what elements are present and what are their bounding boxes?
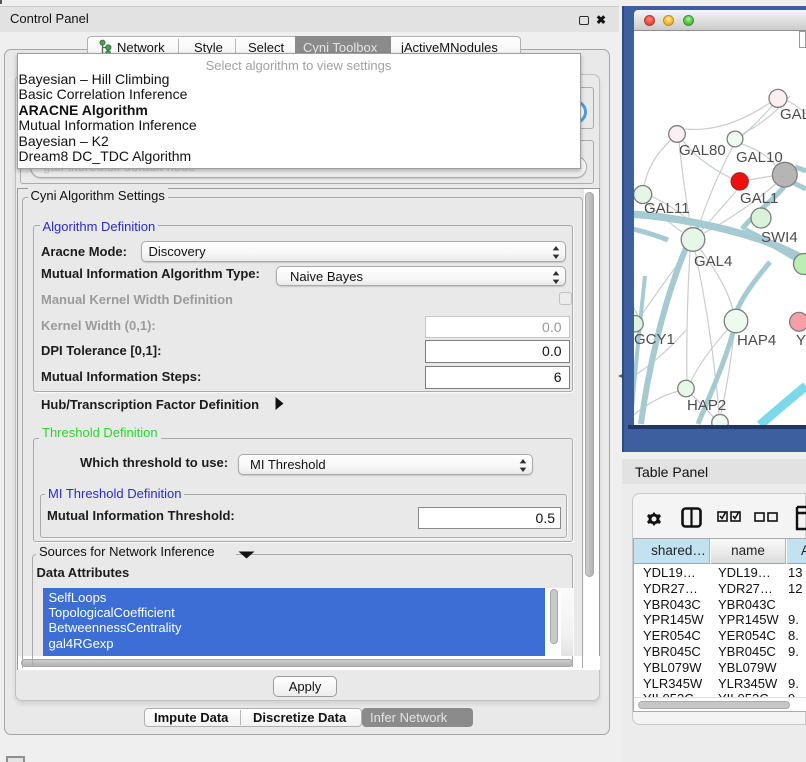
svg-text:GAL1: GAL1 <box>740 190 778 207</box>
svg-text:GAL10: GAL10 <box>736 149 783 166</box>
svg-text:SWI4: SWI4 <box>761 229 798 246</box>
svg-text:HAP4: HAP4 <box>737 332 776 349</box>
svg-text:HAP2: HAP2 <box>687 397 726 414</box>
svg-text:Y: Y <box>796 332 806 349</box>
svg-text:GAL: GAL <box>780 106 806 123</box>
svg-text:GAL11: GAL11 <box>644 200 690 217</box>
svg-text:GAL4: GAL4 <box>694 253 732 270</box>
svg-text:GAL80: GAL80 <box>679 142 726 159</box>
svg-text:GCY1: GCY1 <box>634 331 675 348</box>
